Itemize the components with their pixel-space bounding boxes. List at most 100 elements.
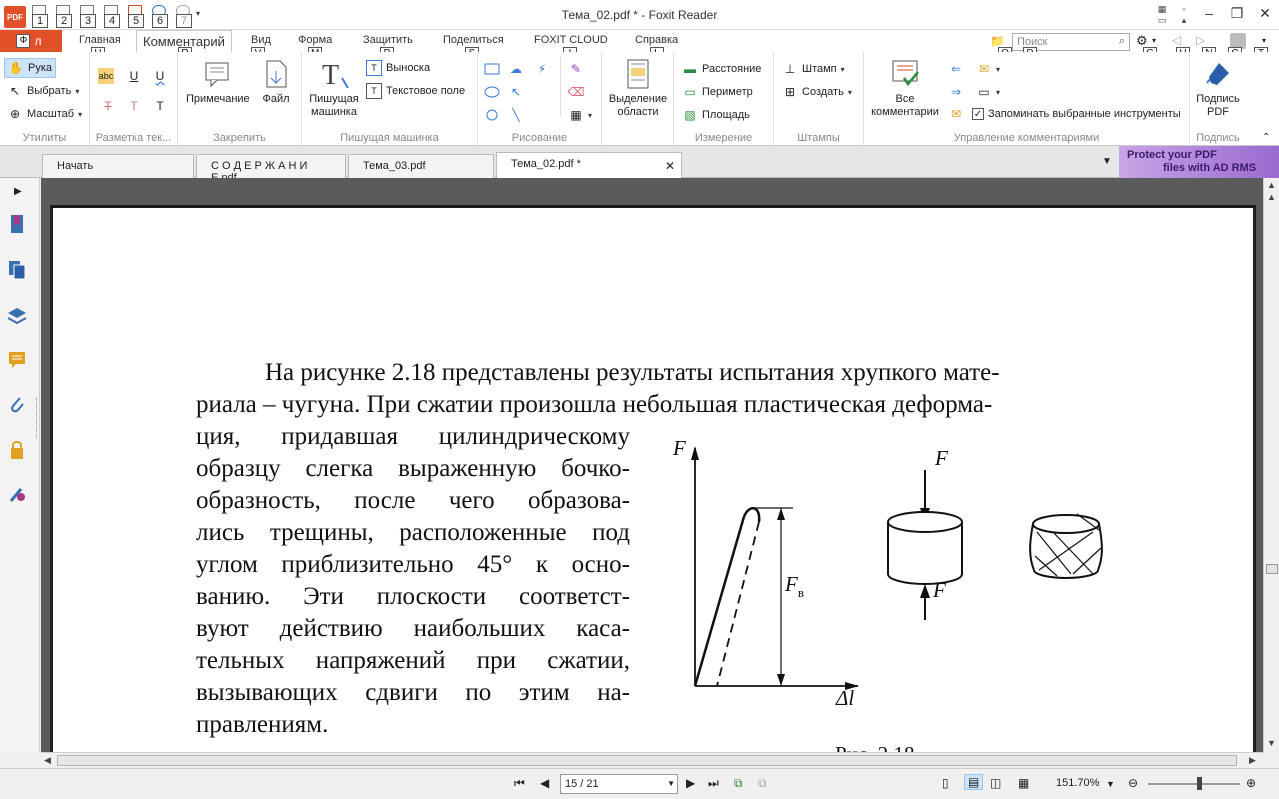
scroll-up-icon[interactable]: ▲ — [1267, 180, 1276, 190]
minimize-button[interactable]: – — [1195, 0, 1223, 26]
zoom-out-icon[interactable]: ⊖ — [1128, 776, 1138, 790]
import-comments-button[interactable]: ⇐ — [948, 59, 964, 79]
scroll-left-icon[interactable]: ◀ — [44, 755, 51, 766]
continuous-page-icon[interactable]: ▤ — [964, 774, 984, 790]
highlight-button[interactable]: abc — [98, 66, 114, 86]
textbox-button[interactable]: T Текстовое поле — [366, 81, 465, 101]
user-dropdown[interactable]: ▾ — [1262, 36, 1266, 45]
tab-protect[interactable]: Защитить — [363, 34, 413, 46]
pencil-line-tool[interactable]: ⚡ — [534, 59, 550, 79]
close-button[interactable]: ✕ — [1251, 0, 1279, 26]
prev-page-icon[interactable]: ◀ — [540, 776, 549, 790]
zoom-in-icon[interactable]: ⊕ — [1246, 776, 1256, 790]
bookmark-icon[interactable] — [7, 214, 27, 234]
scroll-down-icon[interactable]: ▼ — [1267, 738, 1276, 748]
ribbon-display[interactable]: ▫ ▴ — [1173, 0, 1195, 26]
hand-tool-button[interactable]: ✋ Рука — [4, 58, 57, 78]
rectangle-tool[interactable] — [484, 59, 500, 79]
create-stamp-button[interactable]: ⊞ Создать ▾ — [782, 82, 852, 102]
security-lock-icon[interactable] — [7, 440, 27, 460]
oval-tool[interactable] — [484, 82, 500, 102]
export-comments-button[interactable]: ⇒ — [948, 82, 964, 102]
doc-tab-tema03[interactable]: Тема_03.pdf — [348, 154, 494, 178]
select-tool-button[interactable]: ↖ Выбрать ▾ — [7, 81, 79, 101]
strikeout-button[interactable]: T — [100, 96, 116, 116]
typewriter-button[interactable]: T Пишущая машинка — [308, 58, 360, 119]
single-page-icon[interactable]: ▯ — [942, 776, 949, 790]
horizontal-scrollbar[interactable]: ◀ ▶ — [41, 752, 1263, 768]
doc-tab-tema02[interactable]: Тема_02.pdf * ✕ — [496, 152, 682, 179]
zoom-level[interactable]: 151.70% — [1056, 777, 1099, 789]
sign-pdf-button[interactable]: Подпись PDF — [1194, 58, 1242, 119]
signatures-icon[interactable] — [7, 484, 27, 504]
area-highlight-button[interactable]: Выделение области — [608, 58, 668, 119]
perimeter-tool[interactable]: ▭ Периметр — [682, 82, 752, 102]
pages-icon[interactable] — [7, 260, 27, 280]
previous-view-icon[interactable]: ⧉ — [734, 776, 743, 791]
insert-text-button[interactable]: T — [152, 96, 168, 116]
comments-icon[interactable] — [7, 350, 27, 370]
document-viewport[interactable]: На рисунке 2.18 представлены результаты … — [41, 178, 1263, 752]
replace-text-button[interactable]: T — [126, 96, 142, 116]
forward-icon[interactable]: ▷ — [1196, 33, 1205, 47]
expand-panel-icon[interactable]: ▶ — [14, 186, 22, 197]
flatten-comments-button[interactable]: ✉ — [948, 104, 964, 124]
rms-promo-banner[interactable]: Protect your PDF files with AD RMS — [1119, 146, 1279, 178]
tab-help[interactable]: Справка — [635, 34, 678, 46]
horizontal-scroll-thumb[interactable] — [57, 755, 1237, 766]
continuous-facing-icon[interactable]: ▦ — [1018, 776, 1029, 790]
doc-tab-contents[interactable]: С О Д Е Р Ж А Н И Е.pdf — [196, 154, 346, 184]
zoom-slider-thumb[interactable] — [1197, 777, 1202, 790]
stamp-button[interactable]: ⊥ Штамп ▾ — [782, 59, 845, 79]
collapse-ribbon-icon[interactable]: ⌃ — [1262, 132, 1270, 143]
eraser-tool[interactable]: ⌫ — [568, 82, 585, 102]
doc-tab-start[interactable]: Начать — [42, 154, 194, 178]
squiggly-button[interactable]: U — [152, 66, 168, 86]
cloud-tool[interactable]: ☁ — [508, 59, 524, 79]
page-number-input[interactable]: 15 / 21 ▼ — [560, 774, 678, 794]
area-tool[interactable]: ▧ Площадь — [682, 105, 750, 125]
note-button[interactable]: Примечание — [186, 58, 250, 106]
tab-form[interactable]: Форма — [298, 34, 332, 46]
facing-page-icon[interactable]: ◫ — [990, 776, 1001, 790]
back-icon[interactable]: ◁ — [1172, 33, 1181, 47]
zoom-slider-track[interactable] — [1148, 783, 1240, 785]
distance-tool[interactable]: ▬ Расстояние — [682, 59, 761, 79]
tab-view[interactable]: Вид — [251, 34, 271, 46]
search-icon[interactable]: ⌕ — [1119, 35, 1125, 48]
all-comments-button[interactable]: Все комментарии — [870, 58, 940, 119]
tab-list-dropdown[interactable]: ▼ — [1102, 156, 1112, 167]
line-tool[interactable]: ╲ — [508, 105, 524, 125]
circle-tool[interactable] — [484, 105, 500, 125]
zoom-dropdown-icon[interactable]: ▼ — [1106, 779, 1115, 789]
last-page-icon[interactable]: ⏭ — [708, 776, 719, 791]
restore-button[interactable]: ❐ — [1223, 0, 1251, 26]
remember-tools-checkbox[interactable]: ✓ Запоминать выбранные инструменты — [972, 104, 1181, 124]
tab-share[interactable]: Поделиться — [443, 34, 504, 46]
summary-comments-dropdown[interactable]: ✉ ▾ — [976, 59, 1000, 79]
arrow-tool[interactable]: ↖ — [508, 82, 524, 102]
page-dropdown-icon[interactable]: ▼ — [667, 779, 675, 788]
shapes-dropdown[interactable]: ▦ ▾ — [568, 105, 592, 125]
callout-button[interactable]: T Выноска — [366, 58, 430, 78]
attachments-icon[interactable] — [7, 394, 27, 414]
vertical-scrollbar[interactable]: ▲ ▲ ▼ — [1263, 178, 1279, 752]
pencil-tool[interactable]: ✎ — [568, 59, 584, 79]
panel-resize-grip[interactable] — [36, 398, 40, 438]
file-attach-button[interactable]: Файл — [260, 58, 292, 106]
pdf-page[interactable]: На рисунке 2.18 представлены результаты … — [50, 208, 1256, 752]
folder-search-icon[interactable]: 📁 — [990, 34, 1005, 48]
popup-comments-dropdown[interactable]: ▭ ▾ — [976, 82, 1000, 102]
tab-foxit-cloud[interactable]: FOXIT CLOUD — [534, 34, 608, 46]
next-view-icon[interactable]: ⧉ — [758, 776, 767, 791]
layers-icon[interactable] — [7, 306, 27, 326]
tab-home[interactable]: Главная — [79, 34, 121, 46]
ribbon-options[interactable]: ▦ ▭ — [1151, 0, 1173, 26]
gear-dropdown[interactable]: ▾ — [1152, 36, 1156, 45]
zoom-tool-button[interactable]: ⊕ Масштаб ▾ — [7, 104, 82, 124]
vertical-scroll-thumb[interactable] — [1266, 564, 1278, 574]
tab-file[interactable]: Фл — [0, 30, 62, 52]
first-page-icon[interactable]: ⏮ — [514, 776, 525, 791]
scroll-up-page-icon[interactable]: ▲ — [1267, 192, 1276, 202]
underline-button[interactable]: U — [126, 66, 142, 86]
